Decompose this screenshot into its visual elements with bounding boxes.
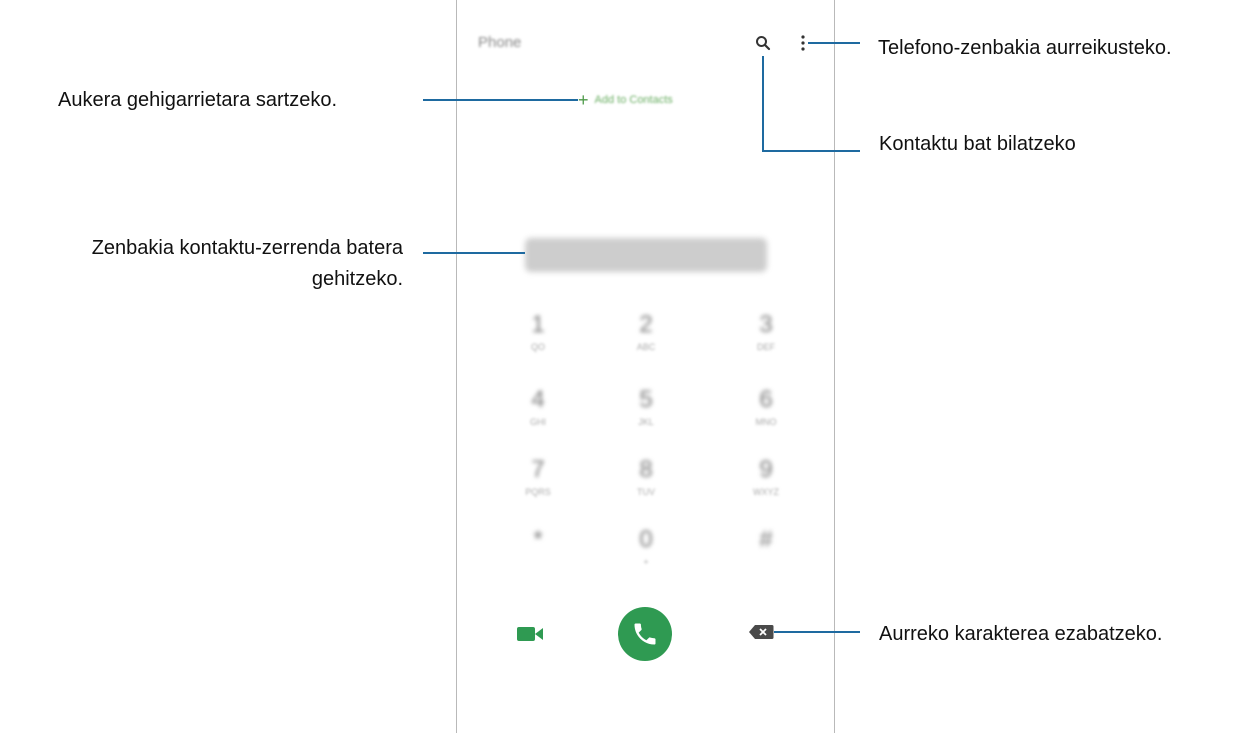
callout-line-add — [423, 99, 578, 101]
keypad-key[interactable]: 2 ABC — [616, 312, 676, 354]
add-to-contacts-label: Add to Contacts — [594, 94, 673, 106]
keypad-key[interactable]: # — [736, 527, 796, 555]
keypad-key[interactable]: 3 DEF — [736, 312, 796, 354]
keypad-digit: 8 — [639, 456, 653, 483]
callout-add-option: Aukera gehigarrietara sartzeko. — [58, 89, 338, 111]
keypad-key[interactable]: 0 + — [616, 527, 676, 569]
keypad-digit: 6 — [759, 386, 773, 413]
callout-line-search-vertical — [762, 56, 764, 152]
keypad-key[interactable]: 1 QO — [508, 312, 568, 354]
callout-add-number-line2: gehitzeko. — [311, 268, 403, 290]
keypad-digit: 0 — [639, 526, 653, 553]
keypad-letters: PQRS — [525, 487, 551, 497]
keypad-digit: 5 — [639, 386, 653, 413]
keypad-key[interactable]: 9 WXYZ — [736, 457, 796, 499]
plus-icon: + — [578, 90, 589, 110]
keypad-digit: 1 — [531, 311, 545, 338]
callout-line-more — [808, 42, 860, 44]
callout-backspace: Aurreko karakterea ezabatzeko. — [879, 623, 1163, 645]
number-input-field[interactable] — [525, 238, 767, 272]
video-call-icon[interactable] — [515, 624, 545, 644]
phone-icon — [634, 623, 656, 645]
keypad-key[interactable]: 6 MNO — [736, 387, 796, 429]
callout-line-backspace — [774, 631, 860, 633]
keypad-letters: JKL — [638, 417, 654, 427]
backspace-icon[interactable] — [748, 624, 774, 640]
keypad-digit: * — [533, 526, 543, 553]
keypad-key[interactable]: 4 GHI — [508, 387, 568, 429]
call-button[interactable] — [618, 607, 672, 661]
add-to-contacts-button[interactable]: + Add to Contacts — [578, 90, 673, 110]
callout-line-number — [423, 252, 525, 254]
callout-add-number-line1: Zenbakia kontaktu-zerrenda batera — [91, 237, 403, 259]
keypad-key[interactable]: 5 JKL — [616, 387, 676, 429]
keypad-digit: 7 — [531, 456, 545, 483]
callout-search: Kontaktu bat bilatzeko — [879, 133, 1076, 155]
keypad-digit: 9 — [759, 456, 773, 483]
app-title: Phone — [478, 34, 522, 51]
search-icon[interactable] — [755, 35, 771, 51]
keypad-key[interactable]: 8 TUV — [616, 457, 676, 499]
keypad-letters: DEF — [757, 342, 775, 352]
more-options-icon[interactable] — [799, 34, 807, 52]
keypad-letters: ABC — [636, 342, 656, 352]
keypad-letters: GHI — [529, 417, 546, 427]
keypad-letters: WXYZ — [753, 487, 779, 497]
keypad-digit: 2 — [639, 311, 653, 338]
keypad-digit: # — [759, 526, 773, 553]
keypad-digit: 4 — [531, 386, 545, 413]
keypad-letters: + — [643, 557, 649, 567]
callout-more-options: Telefono-zenbakia aurreikusteko. — [878, 37, 1172, 59]
keypad-letters: QO — [530, 342, 545, 352]
keypad-key[interactable]: * — [508, 527, 568, 555]
callout-line-search-horizontal — [762, 150, 860, 152]
keypad-letters: MNO — [755, 417, 777, 427]
keypad-letters: TUV — [637, 487, 655, 497]
keypad-digit: 3 — [759, 311, 773, 338]
keypad-key[interactable]: 7 PQRS — [508, 457, 568, 499]
